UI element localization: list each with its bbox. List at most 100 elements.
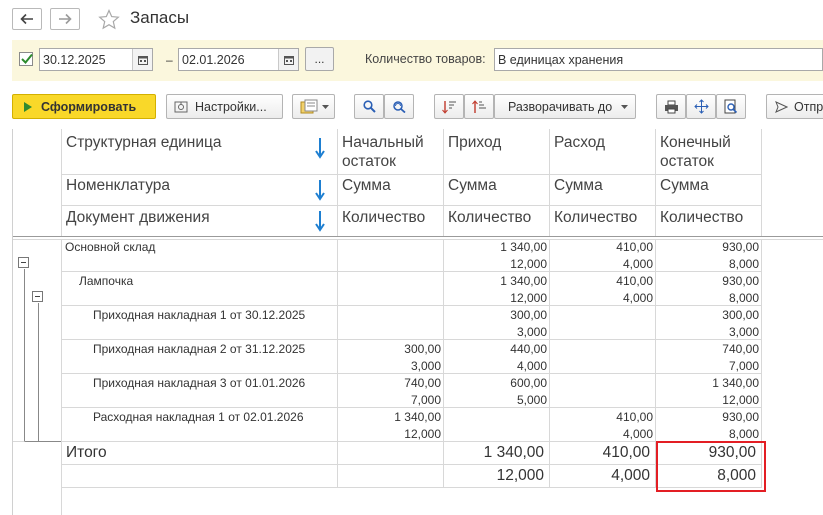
- sort-descending-icon: [442, 100, 456, 114]
- cell-expense-sum[interactable]: 410,00: [553, 410, 653, 424]
- total-label: Итого: [66, 444, 107, 461]
- expand-to-label: Разворачивать до: [508, 99, 613, 114]
- cell-income-qty[interactable]: 4,000: [447, 359, 547, 373]
- total-expense-qty[interactable]: 4,000: [540, 467, 650, 485]
- title-bar: Запасы: [0, 0, 823, 40]
- cell-closing-qty[interactable]: 8,000: [659, 427, 759, 441]
- sort-arrow-icon[interactable]: [315, 179, 325, 201]
- chevron-down-icon: [322, 104, 329, 109]
- cell-closing-sum[interactable]: 740,00: [659, 342, 759, 356]
- settings-icon: [174, 101, 188, 112]
- search-button[interactable]: [354, 94, 384, 119]
- header-sum: Сумма: [448, 177, 497, 194]
- sort-asc-button[interactable]: [464, 94, 494, 119]
- arrow-right-icon: [59, 13, 72, 25]
- generate-button[interactable]: Сформировать: [12, 94, 156, 119]
- forward-button[interactable]: [50, 8, 80, 30]
- page-title: Запасы: [130, 8, 190, 27]
- play-icon: [24, 101, 32, 112]
- row-label-document[interactable]: Приходная накладная 3 от 01.01.2026: [93, 376, 305, 390]
- cell-income-qty[interactable]: 12,000: [447, 291, 547, 305]
- report-table[interactable]: Структурная единица Номенклатура Докумен…: [12, 129, 823, 515]
- sort-arrow-icon[interactable]: [315, 210, 325, 232]
- cell-closing-sum[interactable]: 930,00: [659, 274, 759, 288]
- cell-expense-sum[interactable]: 410,00: [553, 240, 653, 254]
- variants-button[interactable]: [292, 94, 335, 119]
- checkmark-icon: [21, 53, 33, 64]
- total-income-sum[interactable]: 1 340,00: [434, 444, 544, 462]
- cell-opening-qty[interactable]: 7,000: [341, 393, 441, 407]
- cell-expense-sum[interactable]: 410,00: [553, 274, 653, 288]
- total-income-qty[interactable]: 12,000: [434, 467, 544, 485]
- move-arrows-icon: [693, 99, 709, 114]
- send-icon: [775, 100, 788, 113]
- collapse-group-button[interactable]: [32, 291, 43, 302]
- report-variant-icon: [300, 99, 318, 113]
- cell-closing-sum[interactable]: 300,00: [659, 308, 759, 322]
- cell-closing-qty[interactable]: 8,000: [659, 291, 759, 305]
- search-refresh-icon: [393, 101, 406, 113]
- cell-income-sum[interactable]: 440,00: [447, 342, 547, 356]
- date-from-value: 30.12.2025: [43, 53, 106, 67]
- cell-closing-qty[interactable]: 12,000: [659, 393, 759, 407]
- cell-closing-qty[interactable]: 7,000: [659, 359, 759, 373]
- cell-closing-sum[interactable]: 1 340,00: [659, 376, 759, 390]
- sort-ascending-icon: [472, 99, 486, 113]
- total-closing-sum[interactable]: 930,00: [646, 444, 756, 462]
- row-label-document[interactable]: Расходная накладная 1 от 02.01.2026: [93, 410, 304, 424]
- back-button[interactable]: [12, 8, 42, 30]
- row-label-item[interactable]: Лампочка: [79, 274, 133, 288]
- print-button[interactable]: [656, 94, 686, 119]
- header-group-unit: Структурная единица: [66, 134, 222, 151]
- cell-closing-qty[interactable]: 3,000: [659, 325, 759, 339]
- qty-label: Количество товаров:: [365, 52, 486, 66]
- expand-to-button[interactable]: Разворачивать до: [494, 94, 636, 119]
- period-checkbox[interactable]: [19, 52, 33, 66]
- calendar-button[interactable]: [132, 49, 152, 70]
- total-closing-qty[interactable]: 8,000: [646, 467, 756, 485]
- calendar-button[interactable]: [278, 49, 298, 70]
- cell-opening-sum[interactable]: 300,00: [341, 342, 441, 356]
- header-income: Приход: [448, 134, 502, 151]
- header-qty: Количество: [554, 209, 638, 226]
- cell-expense-qty[interactable]: 4,000: [553, 427, 653, 441]
- settings-button[interactable]: Настройки...: [166, 94, 283, 119]
- header-sum: Сумма: [660, 177, 709, 194]
- preview-button[interactable]: [716, 94, 746, 119]
- cell-income-qty[interactable]: 5,000: [447, 393, 547, 407]
- sort-arrow-icon[interactable]: [315, 137, 325, 159]
- send-button[interactable]: Отпр: [766, 94, 823, 119]
- cell-opening-sum[interactable]: 740,00: [341, 376, 441, 390]
- cell-closing-sum[interactable]: 930,00: [659, 410, 759, 424]
- generate-label: Сформировать: [41, 99, 137, 114]
- header-sum: Сумма: [342, 177, 391, 194]
- cell-income-qty[interactable]: 12,000: [447, 257, 547, 271]
- move-button[interactable]: [686, 94, 716, 119]
- cell-income-sum[interactable]: 1 340,00: [447, 274, 547, 288]
- cell-expense-qty[interactable]: 4,000: [553, 291, 653, 305]
- cell-closing-sum[interactable]: 930,00: [659, 240, 759, 254]
- header-qty: Количество: [342, 209, 426, 226]
- cell-opening-qty[interactable]: 3,000: [341, 359, 441, 373]
- cell-expense-qty[interactable]: 4,000: [553, 257, 653, 271]
- cell-income-qty[interactable]: 3,000: [447, 325, 547, 339]
- row-label-document[interactable]: Приходная накладная 2 от 31.12.2025: [93, 342, 305, 356]
- star-icon[interactable]: [98, 9, 120, 30]
- cell-closing-qty[interactable]: 8,000: [659, 257, 759, 271]
- collapse-group-button[interactable]: [18, 257, 29, 268]
- qty-field[interactable]: В единицах хранения: [494, 48, 823, 71]
- cell-income-sum[interactable]: 1 340,00: [447, 240, 547, 254]
- total-expense-sum[interactable]: 410,00: [540, 444, 650, 462]
- date-from-field[interactable]: 30.12.2025: [39, 48, 153, 71]
- sort-desc-button[interactable]: [434, 94, 464, 119]
- cell-opening-sum[interactable]: 1 340,00: [341, 410, 441, 424]
- period-select-button[interactable]: ...: [305, 47, 334, 71]
- cell-income-sum[interactable]: 600,00: [447, 376, 547, 390]
- row-label-warehouse[interactable]: Основной склад: [65, 240, 155, 254]
- date-to-field[interactable]: 02.01.2026: [178, 48, 299, 71]
- row-label-document[interactable]: Приходная накладная 1 от 30.12.2025: [93, 308, 305, 322]
- cell-income-sum[interactable]: 300,00: [447, 308, 547, 322]
- cell-opening-qty[interactable]: 12,000: [341, 427, 441, 441]
- settings-label: Настройки...: [195, 99, 267, 114]
- find-next-button[interactable]: [384, 94, 414, 119]
